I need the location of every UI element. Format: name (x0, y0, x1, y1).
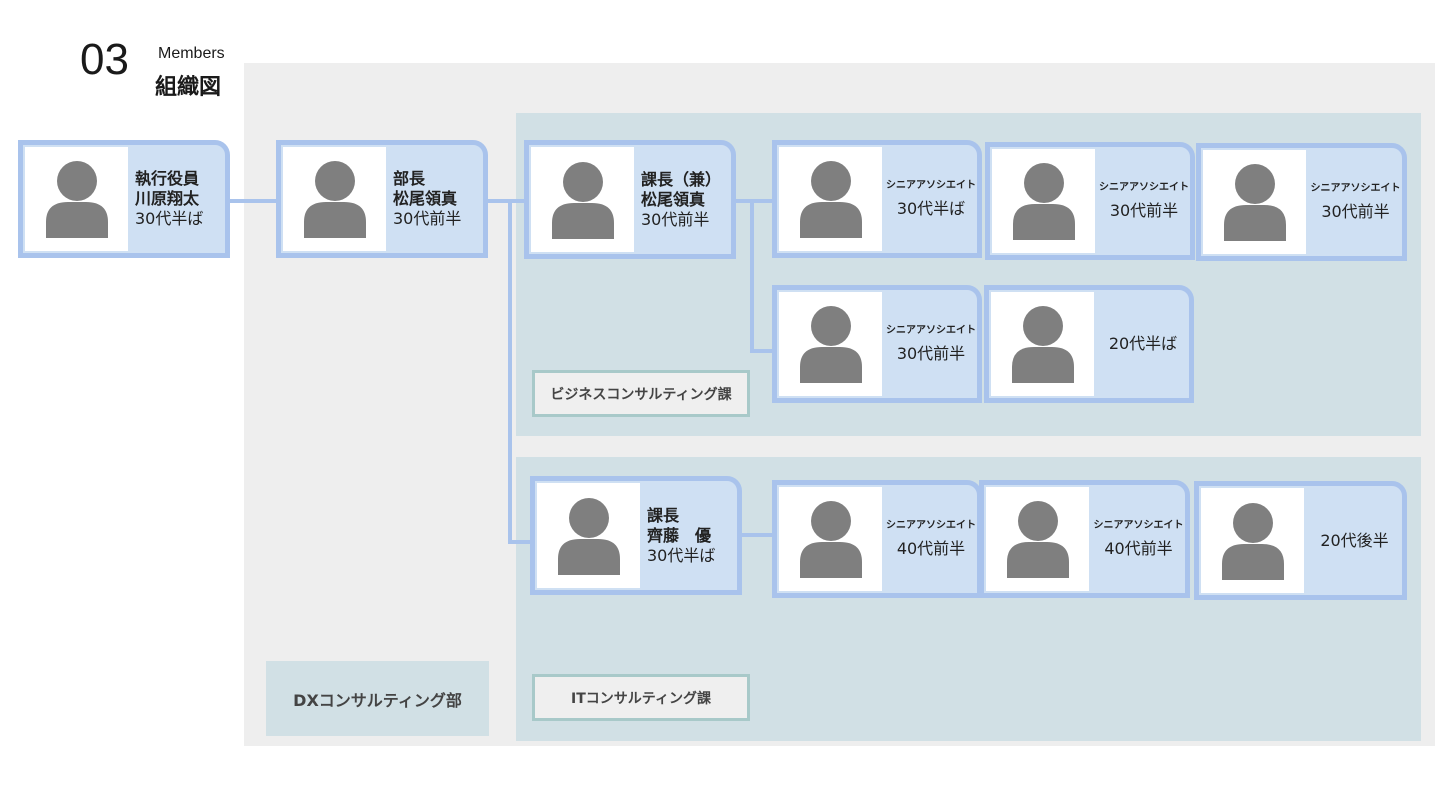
member-card-biz-3: シニアアソシエイト 30代前半 (1196, 143, 1407, 261)
member-role: シニアアソシエイト (1310, 183, 1401, 194)
person-silhouette-icon (986, 487, 1089, 591)
connector-it-head-to-members (740, 533, 774, 537)
person-silhouette-icon (531, 147, 634, 252)
member-card-biz-5: 20代半ば (984, 285, 1194, 403)
member-age: 30代半ば (135, 209, 204, 228)
member-name: 松尾領真 (641, 189, 706, 209)
person-silhouette-icon (283, 147, 386, 251)
member-info: 課長 齊藤 優 30代半ば (647, 481, 733, 590)
section-number: 03 (80, 35, 129, 84)
member-name: 齊藤 優 (647, 525, 712, 545)
member-card-biz-2: シニアアソシエイト 30代前半 (985, 142, 1195, 260)
member-age: 20代半ば (1108, 334, 1178, 353)
member-age: 20代後半 (1320, 530, 1389, 550)
person-silhouette-icon (992, 149, 1095, 253)
member-card-it-2: シニアアソシエイト 40代前半 (979, 480, 1190, 598)
page-title: 組織図 (155, 75, 222, 100)
member-card-dept-head: 部長 松尾領真 30代前半 (276, 140, 488, 258)
member-info: 部長 松尾領真 30代前半 (393, 145, 479, 253)
member-info: 20代半ば (1101, 290, 1185, 398)
section-subtitle: Members (158, 45, 225, 62)
section-label-it: ITコンサルティング課 (532, 674, 750, 721)
person-silhouette-icon (991, 292, 1094, 396)
member-info: 20代後半 (1311, 486, 1398, 595)
member-role: シニアアソシエイト (1099, 182, 1189, 193)
person-silhouette-icon (1201, 488, 1304, 593)
person-silhouette-icon (537, 483, 640, 588)
member-role: シニアアソシエイト (886, 520, 976, 531)
member-age: 30代前半 (896, 344, 966, 363)
connector-trunk-vertical (508, 199, 512, 544)
connector-biz-vertical (750, 199, 754, 353)
member-info: シニアアソシエイト 30代半ば (886, 145, 976, 253)
member-card-exec: 執行役員 川原翔太 30代半ば (18, 140, 230, 258)
member-info: シニアアソシエイト 30代前半 (886, 290, 976, 398)
member-info: シニアアソシエイト 40代前半 (886, 485, 976, 593)
member-age: 30代前半 (1321, 202, 1390, 221)
person-silhouette-icon (779, 487, 882, 591)
member-card-it-1: シニアアソシエイト 40代前半 (772, 480, 982, 598)
department-label: DXコンサルティング部 (266, 661, 489, 736)
connector-biz-row2 (750, 349, 774, 353)
member-age: 30代半ば (896, 199, 966, 218)
member-name: 松尾領真 (393, 189, 458, 208)
connector-exec-to-dept-head (228, 199, 278, 203)
member-name: 川原翔太 (135, 189, 200, 208)
person-silhouette-icon (1203, 150, 1306, 254)
member-card-it-3: 20代後半 (1194, 481, 1407, 600)
member-role: シニアアソシエイト (886, 180, 976, 191)
member-age: 40代前半 (1104, 539, 1173, 558)
member-card-it-head: 課長 齊藤 優 30代半ば (530, 476, 742, 595)
member-info: シニアアソシエイト 30代前半 (1099, 147, 1189, 255)
member-role: 執行役員 (135, 169, 200, 188)
member-age: 30代前半 (393, 209, 462, 228)
member-role: 課長 (647, 505, 680, 525)
person-silhouette-icon (779, 147, 882, 251)
person-silhouette-icon (25, 147, 128, 251)
member-role: シニアアソシエイト (886, 325, 976, 336)
member-age: 30代半ば (647, 545, 716, 565)
section-label-business: ビジネスコンサルティング課 (532, 370, 750, 417)
member-card-biz-head: 課長（兼） 松尾領真 30代前半 (524, 140, 736, 259)
member-card-biz-1: シニアアソシエイト 30代半ば (772, 140, 982, 258)
member-role: 部長 (393, 169, 426, 188)
member-info: シニアアソシエイト 30代前半 (1310, 148, 1401, 256)
member-age: 40代前半 (896, 539, 966, 558)
connector-dept-head-to-biz-head (486, 199, 526, 203)
member-age: 30代前半 (641, 209, 710, 229)
connector-biz-head-to-members (734, 199, 774, 203)
member-info: 執行役員 川原翔太 30代半ば (135, 145, 221, 253)
member-role: 課長（兼） (641, 169, 722, 189)
member-role: シニアアソシエイト (1093, 520, 1184, 531)
member-info: シニアアソシエイト 40代前半 (1093, 485, 1184, 593)
member-info: 課長（兼） 松尾領真 30代前半 (641, 145, 727, 254)
member-card-biz-4: シニアアソシエイト 30代前半 (772, 285, 982, 403)
person-silhouette-icon (779, 292, 882, 396)
member-age: 30代前半 (1109, 201, 1179, 220)
